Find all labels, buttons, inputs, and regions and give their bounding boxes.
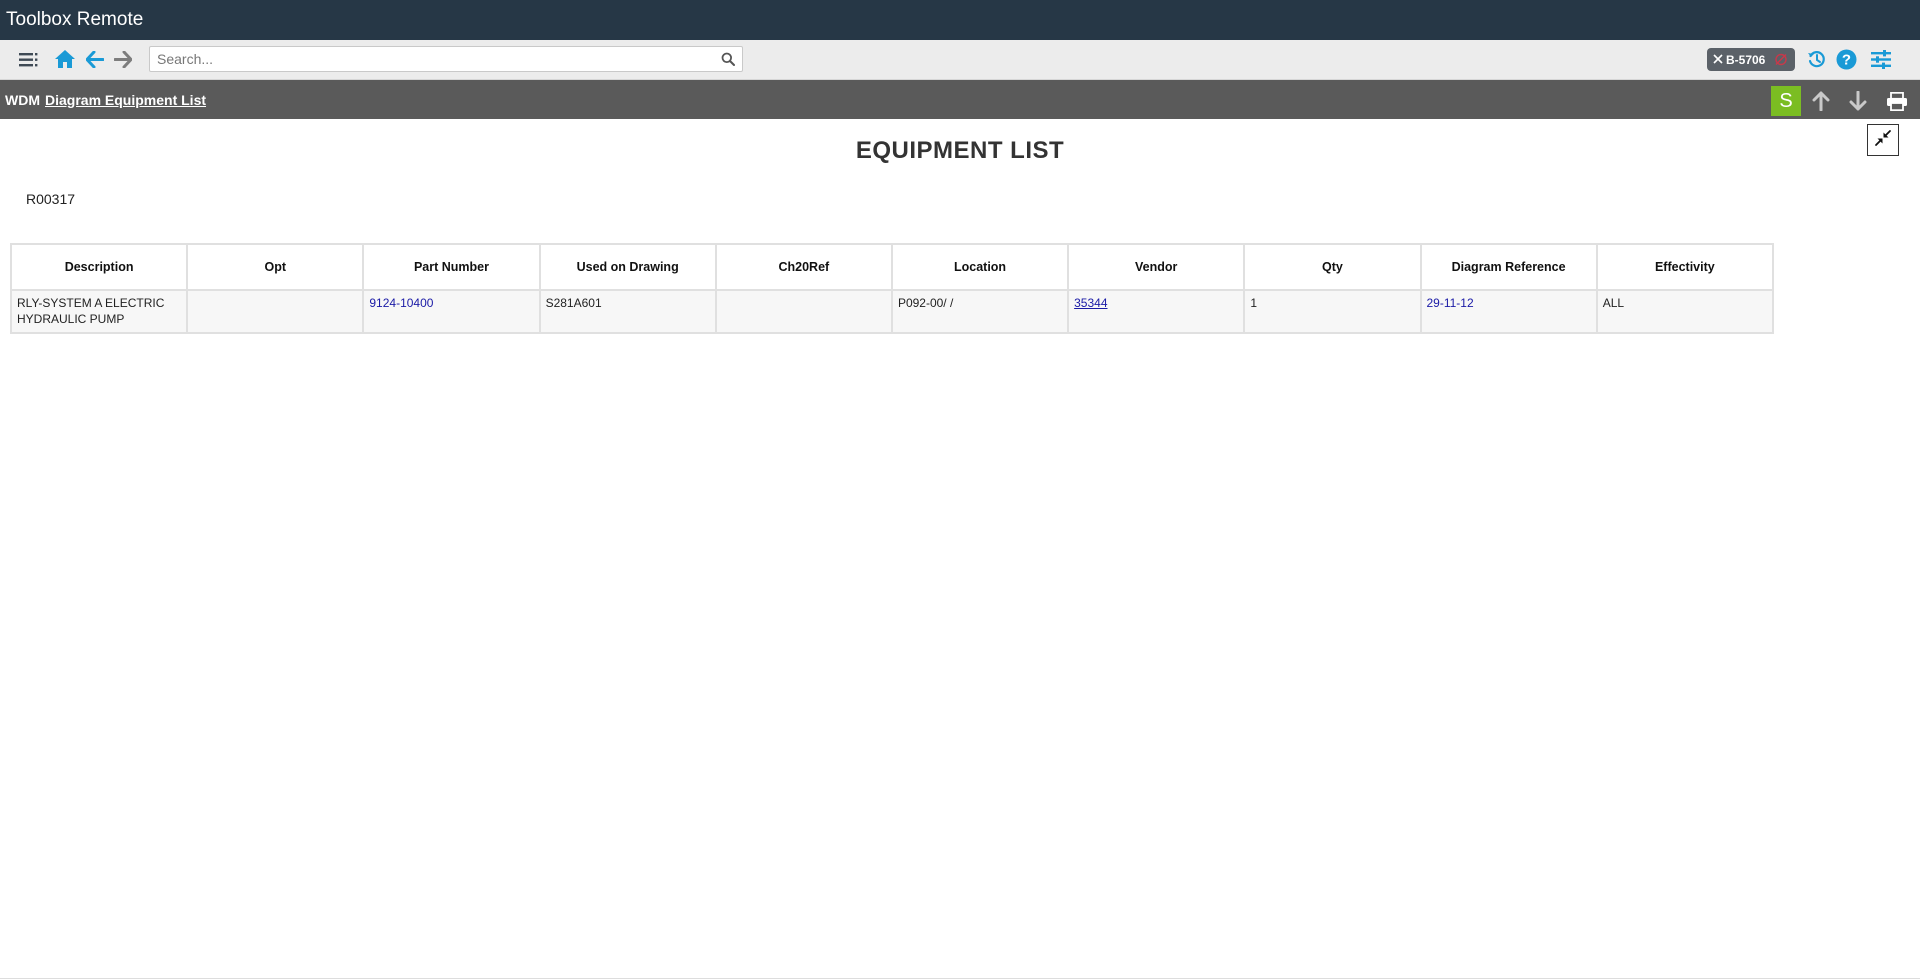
column-header-qty: Qty bbox=[1243, 243, 1422, 291]
home-icon[interactable] bbox=[54, 49, 76, 69]
equipment-table: Description Opt Part Number Used on Draw… bbox=[9, 243, 1775, 334]
sync-off-icon bbox=[1774, 53, 1788, 69]
s-button[interactable]: S bbox=[1771, 86, 1801, 116]
cell-part-number: 9124-10400 bbox=[362, 289, 541, 334]
next-down-arrow-icon[interactable] bbox=[1849, 90, 1867, 114]
column-header-part-number: Part Number bbox=[362, 243, 541, 291]
svg-text:?: ? bbox=[1842, 52, 1851, 69]
cell-vendor: 35344 bbox=[1067, 289, 1246, 334]
column-header-vendor: Vendor bbox=[1067, 243, 1246, 291]
column-header-description: Description bbox=[9, 243, 189, 291]
cell-description: RLY-SYSTEM A ELECTRIC HYDRAULIC PUMP bbox=[9, 289, 189, 334]
column-header-diagram-reference: Diagram Reference bbox=[1419, 243, 1598, 291]
airplane-icon bbox=[1713, 53, 1723, 67]
cell-ch20ref bbox=[714, 289, 893, 334]
breadcrumb-link[interactable]: Diagram Equipment List bbox=[45, 92, 206, 108]
cell-diagram-reference: 29-11-12 bbox=[1419, 289, 1598, 334]
search-icon[interactable] bbox=[721, 52, 735, 66]
app-title: Toolbox Remote bbox=[6, 9, 144, 30]
help-icon[interactable]: ? bbox=[1836, 49, 1857, 70]
cell-opt bbox=[186, 289, 365, 334]
column-header-effectivity: Effectivity bbox=[1595, 243, 1775, 291]
print-icon[interactable] bbox=[1886, 91, 1908, 114]
main-content: EQUIPMENT LIST R00317 Description Opt Pa… bbox=[0, 119, 1920, 979]
previous-up-arrow-icon[interactable] bbox=[1812, 91, 1830, 114]
search-input[interactable] bbox=[150, 48, 721, 70]
main-toolbar: B-5706 ? bbox=[0, 40, 1920, 80]
diagram-reference-link[interactable]: 29-11-12 bbox=[1427, 296, 1474, 310]
history-icon[interactable] bbox=[1807, 50, 1826, 69]
cell-effectivity: ALL bbox=[1595, 289, 1775, 334]
column-header-ch20ref: Ch20Ref bbox=[714, 243, 893, 291]
back-arrow-icon[interactable] bbox=[86, 51, 104, 68]
part-number-link[interactable]: 9124-10400 bbox=[369, 296, 433, 310]
search-box bbox=[149, 46, 743, 72]
vendor-link[interactable]: 35344 bbox=[1074, 296, 1107, 310]
column-header-opt: Opt bbox=[186, 243, 365, 291]
app-title-bar: Toolbox Remote bbox=[0, 0, 1920, 40]
table-header-row: Description Opt Part Number Used on Draw… bbox=[9, 243, 1775, 291]
column-header-used-on-drawing: Used on Drawing bbox=[538, 243, 717, 291]
menu-icon[interactable] bbox=[19, 52, 39, 68]
forward-arrow-icon[interactable] bbox=[114, 51, 132, 68]
cell-location: P092-00/ / bbox=[890, 289, 1070, 334]
settings-sliders-icon[interactable] bbox=[1871, 50, 1891, 69]
breadcrumb-root: WDM bbox=[5, 91, 40, 108]
page-title: EQUIPMENT LIST bbox=[855, 137, 1065, 164]
aircraft-tail-badge[interactable]: B-5706 bbox=[1707, 48, 1795, 71]
drawing-id: R00317 bbox=[26, 191, 76, 207]
table-row: RLY-SYSTEM A ELECTRIC HYDRAULIC PUMP 912… bbox=[9, 289, 1775, 334]
section-header: WDM Diagram Equipment List S bbox=[0, 80, 1920, 119]
cell-qty: 1 bbox=[1243, 289, 1422, 334]
cell-used-on-drawing: S281A601 bbox=[538, 289, 717, 334]
column-header-location: Location bbox=[890, 243, 1070, 291]
tail-number: B-5706 bbox=[1726, 52, 1766, 67]
